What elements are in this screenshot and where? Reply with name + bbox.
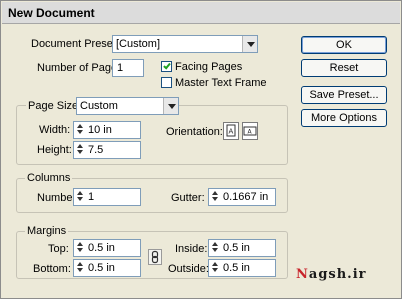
inside-margin-label: Inside: [175, 243, 208, 255]
chain-link-icon[interactable] [148, 249, 162, 265]
new-document-dialog: New Document Document Preset: [Custom] N… [0, 0, 402, 299]
height-label: Height: [37, 144, 72, 156]
spinner-icon[interactable] [75, 143, 84, 157]
master-text-frame-label: Master Text Frame [175, 77, 267, 89]
outside-margin-input[interactable]: 0.5 in [208, 259, 276, 277]
inside-margin-value: 0.5 in [223, 242, 250, 254]
document-preset-value: [Custom] [116, 38, 161, 50]
columns-number-input[interactable]: 1 [73, 188, 141, 206]
bottom-margin-input[interactable]: 0.5 in [73, 259, 141, 277]
page-size-label: Page Size: [26, 99, 84, 113]
top-margin-label: Top: [48, 243, 69, 255]
watermark-text: agsh.ir [308, 267, 367, 282]
width-input[interactable]: 10 in [73, 121, 141, 139]
top-margin-value: 0.5 in [88, 242, 115, 254]
width-value: 10 in [88, 124, 112, 136]
gutter-label: Gutter: [171, 192, 205, 204]
outside-margin-value: 0.5 in [223, 262, 250, 274]
spinner-icon[interactable] [75, 123, 84, 137]
orientation-label: Orientation: [166, 126, 223, 138]
watermark-logo: Nagsh.ir [296, 267, 367, 282]
spinner-icon[interactable] [210, 241, 219, 255]
reset-button[interactable]: Reset [301, 59, 387, 77]
dialog-title: New Document [8, 6, 95, 20]
facing-pages-checkbox[interactable] [161, 61, 172, 72]
inside-margin-input[interactable]: 0.5 in [208, 239, 276, 257]
landscape-orientation-icon[interactable]: A [242, 122, 258, 140]
svg-text:A: A [229, 128, 234, 136]
document-preset-select[interactable]: [Custom] [112, 35, 258, 53]
outside-margin-label: Outside: [168, 263, 209, 275]
facing-pages-label: Facing Pages [175, 61, 243, 73]
columns-title: Columns [25, 171, 73, 185]
gutter-input[interactable]: 0.1667 in [208, 188, 276, 206]
page-size-value: Custom [80, 100, 118, 112]
spinner-icon[interactable] [75, 261, 84, 275]
document-preset-label: Document Preset: [31, 38, 120, 50]
bottom-margin-value: 0.5 in [88, 262, 115, 274]
watermark-first-letter: N [296, 267, 309, 282]
save-preset-button[interactable]: Save Preset... [301, 86, 387, 104]
page-size-select[interactable]: Custom [76, 97, 179, 115]
master-text-frame-checkbox[interactable] [161, 77, 172, 88]
spinner-icon[interactable] [210, 261, 219, 275]
title-bar[interactable]: New Document [2, 2, 400, 24]
columns-number-value: 1 [88, 191, 95, 203]
height-input[interactable]: 7.5 [73, 141, 141, 159]
spinner-icon[interactable] [75, 190, 84, 204]
width-label: Width: [39, 124, 71, 136]
more-options-button[interactable]: More Options [301, 109, 387, 127]
spinner-icon[interactable] [210, 190, 219, 204]
margins-title: Margins [25, 224, 69, 238]
portrait-orientation-icon[interactable]: A [223, 122, 239, 140]
checkmark-icon [163, 61, 171, 70]
chevron-down-icon[interactable] [242, 36, 257, 52]
chevron-down-icon[interactable] [163, 98, 178, 114]
bottom-margin-label: Bottom: [33, 263, 71, 275]
ok-button[interactable]: OK [301, 36, 387, 54]
gutter-value: 0.1667 in [223, 191, 269, 203]
height-value: 7.5 [88, 144, 104, 156]
number-of-pages-input[interactable]: 1 [112, 59, 144, 77]
spinner-icon[interactable] [75, 241, 84, 255]
top-margin-input[interactable]: 0.5 in [73, 239, 141, 257]
